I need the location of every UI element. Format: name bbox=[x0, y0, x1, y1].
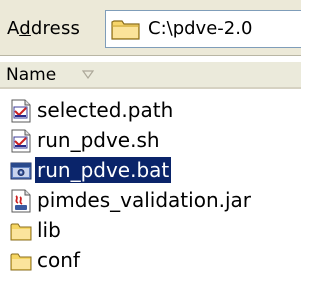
file-name: pimdes_validation.jar bbox=[37, 188, 252, 212]
explorer-window: Address C:\pdve-2.0 Name selected.path r… bbox=[0, 0, 301, 299]
sort-down-triangle-icon bbox=[82, 70, 94, 79]
file-name: lib bbox=[37, 218, 61, 242]
address-field[interactable]: C:\pdve-2.0 bbox=[105, 10, 301, 48]
batch-file-icon bbox=[10, 162, 32, 180]
list-item[interactable]: run_pdve.sh bbox=[10, 126, 300, 156]
list-item[interactable]: conf bbox=[10, 246, 300, 276]
file-name: run_pdve.bat bbox=[33, 156, 173, 184]
jar-file-icon bbox=[11, 189, 31, 213]
folder-icon bbox=[10, 253, 32, 271]
list-item[interactable]: lib bbox=[10, 216, 300, 246]
file-name: conf bbox=[37, 248, 80, 272]
column-name-label: Name bbox=[6, 65, 57, 85]
folder-icon bbox=[111, 20, 140, 40]
list-item[interactable]: selected.path bbox=[10, 96, 300, 126]
list-item-selected[interactable]: run_pdve.bat bbox=[10, 156, 300, 186]
file-name: selected.path bbox=[37, 98, 174, 122]
file-name: run_pdve.sh bbox=[37, 128, 160, 152]
text-file-icon bbox=[11, 99, 31, 123]
column-header-name[interactable]: Name bbox=[0, 61, 301, 89]
address-label: Address bbox=[7, 18, 81, 39]
folder-icon bbox=[10, 223, 32, 241]
text-file-icon bbox=[11, 129, 31, 153]
address-bar: Address C:\pdve-2.0 bbox=[0, 0, 301, 56]
list-item[interactable]: pimdes_validation.jar bbox=[10, 186, 300, 216]
address-path: C:\pdve-2.0 bbox=[148, 18, 253, 39]
